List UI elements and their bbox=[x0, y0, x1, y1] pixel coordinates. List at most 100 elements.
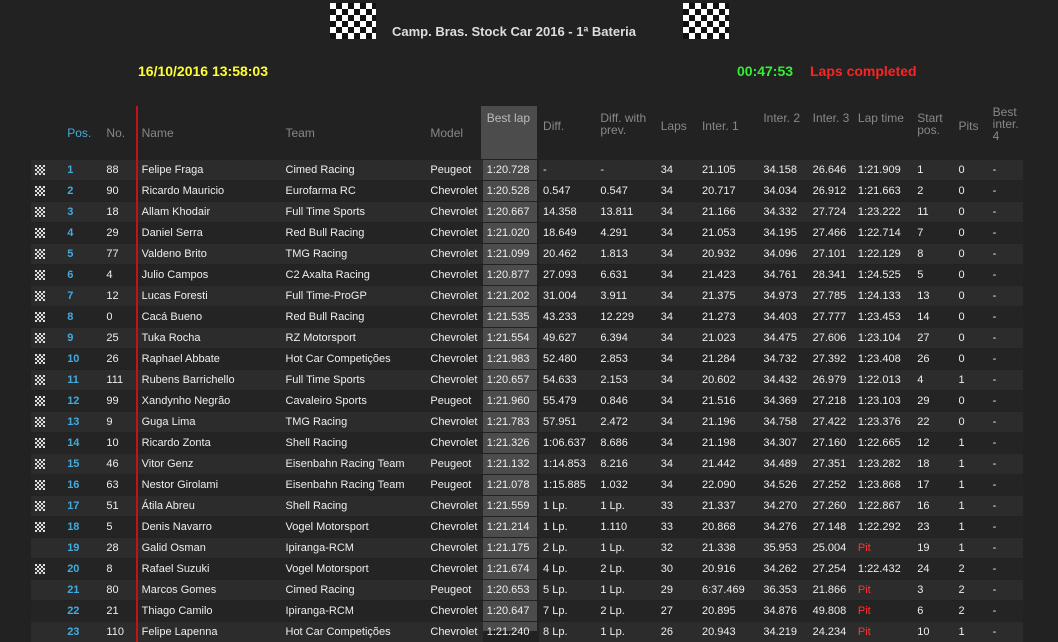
cell-laps: 34 bbox=[657, 328, 698, 349]
column-header-start-pos[interactable]: Start pos. bbox=[913, 106, 954, 160]
table-row[interactable]: 429Daniel SerraRed Bull RacingChevrolet1… bbox=[31, 223, 1023, 244]
table-row[interactable]: 1410Ricardo ZontaShell RacingChevrolet1:… bbox=[31, 433, 1023, 454]
table-row[interactable]: 1026Raphael AbbateHot Car CompetiçõesChe… bbox=[31, 349, 1023, 370]
column-header-model[interactable]: Model bbox=[426, 106, 482, 160]
column-header-best-inter4[interactable]: Best inter. 4 bbox=[989, 106, 1023, 160]
cell-lap-time: 1:22.665 bbox=[854, 433, 913, 454]
cell-lap-time: 1:22.129 bbox=[854, 244, 913, 265]
cell-pits: 0 bbox=[954, 265, 988, 286]
cell-laps: 34 bbox=[657, 244, 698, 265]
cell-inter2: 34.758 bbox=[759, 412, 808, 433]
cell-model: Chevrolet bbox=[426, 370, 482, 391]
checkered-flag-icon bbox=[35, 354, 45, 364]
cell-no: 9 bbox=[102, 412, 136, 433]
flag-cell bbox=[31, 265, 63, 286]
cell-team: Full Time-ProGP bbox=[282, 286, 427, 307]
table-row[interactable]: 1751Átila AbreuShell RacingChevrolet1:21… bbox=[31, 496, 1023, 517]
table-row[interactable]: 1299Xandynho NegrãoCavaleiro SportsPeuge… bbox=[31, 391, 1023, 412]
table-row[interactable]: 1928Galid OsmanIpiranga-RCMChevrolet1:21… bbox=[31, 538, 1023, 559]
column-header-pits[interactable]: Pits bbox=[954, 106, 988, 160]
column-header-inter3[interactable]: Inter. 3 bbox=[809, 106, 854, 160]
table-row[interactable]: 290Ricardo MauricioEurofarma RCChevrolet… bbox=[31, 181, 1023, 202]
flag-cell bbox=[31, 496, 63, 517]
cell-diff-prev: 1 Lp. bbox=[596, 580, 656, 601]
cell-best-lap: 1:21.983 bbox=[483, 349, 539, 370]
table-row[interactable]: 712Lucas ForestiFull Time-ProGPChevrolet… bbox=[31, 286, 1023, 307]
column-header-team[interactable]: Team bbox=[282, 106, 427, 160]
cell-pits: 2 bbox=[954, 601, 988, 622]
flag-cell bbox=[31, 286, 63, 307]
cell-no: 99 bbox=[102, 391, 136, 412]
cell-diff: 18.649 bbox=[539, 223, 596, 244]
cell-diff: 5 Lp. bbox=[539, 580, 596, 601]
table-row[interactable]: 64Julio CamposC2 Axalta RacingChevrolet1… bbox=[31, 265, 1023, 286]
cell-no: 51 bbox=[102, 496, 136, 517]
cell-laps: 34 bbox=[657, 433, 698, 454]
table-row[interactable]: 80Cacá BuenoRed Bull RacingChevrolet1:21… bbox=[31, 307, 1023, 328]
table-row[interactable]: 139Guga LimaTMG RacingChevrolet1:21.7835… bbox=[31, 412, 1023, 433]
cell-best-lap: 1:20.653 bbox=[483, 580, 539, 601]
column-header-laps[interactable]: Laps bbox=[657, 106, 698, 160]
cell-laps: 34 bbox=[657, 412, 698, 433]
table-row[interactable]: 23110Felipe LapennaHot Car CompetiçõesCh… bbox=[31, 622, 1023, 642]
cell-diff: 2 Lp. bbox=[539, 538, 596, 559]
column-header-inter1[interactable]: Inter. 1 bbox=[698, 106, 759, 160]
cell-inter1: 20.916 bbox=[698, 559, 759, 580]
cell-team: Vogel Motorsport bbox=[282, 517, 427, 538]
flag-cell bbox=[31, 538, 63, 559]
checkered-flag-icon bbox=[35, 396, 45, 406]
table-row[interactable]: 577Valdeno BritoTMG RacingChevrolet1:21.… bbox=[31, 244, 1023, 265]
column-header-lap-time[interactable]: Lap time bbox=[854, 106, 913, 160]
table-row[interactable]: 2180Marcos GomesCimed RacingPeugeot1:20.… bbox=[31, 580, 1023, 601]
cell-inter3: 27.218 bbox=[809, 391, 854, 412]
table-row[interactable]: 925Tuka RochaRZ MotorsportChevrolet1:21.… bbox=[31, 328, 1023, 349]
table-row[interactable]: 208Rafael SuzukiVogel MotorsportChevrole… bbox=[31, 559, 1023, 580]
cell-team: Hot Car Competições bbox=[282, 349, 427, 370]
cell-name: Átila Abreu bbox=[137, 496, 282, 517]
cell-best-inter4: - bbox=[989, 265, 1023, 286]
cell-inter1: 21.196 bbox=[698, 412, 759, 433]
column-header-name[interactable]: Name bbox=[137, 106, 282, 160]
table-row[interactable]: 2221Thiago CamiloIpiranga-RCMChevrolet1:… bbox=[31, 601, 1023, 622]
cell-inter1: 21.442 bbox=[698, 454, 759, 475]
cell-model: Peugeot bbox=[426, 391, 482, 412]
column-header-no[interactable]: No. bbox=[102, 106, 136, 160]
column-header-diff-prev[interactable]: Diff. with prev. bbox=[596, 106, 656, 160]
column-header-pos[interactable]: Pos. bbox=[63, 106, 102, 160]
cell-model: Peugeot bbox=[426, 475, 482, 496]
cell-team: Full Time Sports bbox=[282, 202, 427, 223]
cell-pits: 0 bbox=[954, 307, 988, 328]
cell-diff-prev: 2 Lp. bbox=[596, 559, 656, 580]
cell-best-lap: 1:21.960 bbox=[483, 391, 539, 412]
cell-diff: 55.479 bbox=[539, 391, 596, 412]
flag-cell bbox=[31, 307, 63, 328]
cell-diff: 31.004 bbox=[539, 286, 596, 307]
table-row[interactable]: 1546Vitor GenzEisenbahn Racing TeamPeuge… bbox=[31, 454, 1023, 475]
cell-inter1: 21.105 bbox=[698, 160, 759, 181]
table-row[interactable]: 185Denis NavarroVogel MotorsportChevrole… bbox=[31, 517, 1023, 538]
table-row[interactable]: 1663Nestor GirolamiEisenbahn Racing Team… bbox=[31, 475, 1023, 496]
table-row[interactable]: 188Felipe FragaCimed RacingPeugeot1:20.7… bbox=[31, 160, 1023, 181]
cell-model: Peugeot bbox=[426, 160, 482, 181]
cell-best-inter4: - bbox=[989, 202, 1023, 223]
table-row[interactable]: 318Allam KhodairFull Time SportsChevrole… bbox=[31, 202, 1023, 223]
cell-team: Cavaleiro Sports bbox=[282, 391, 427, 412]
column-header-diff[interactable]: Diff. bbox=[539, 106, 596, 160]
column-header-best-lap[interactable]: Best lap bbox=[483, 106, 539, 160]
cell-start-pos: 17 bbox=[913, 475, 954, 496]
cell-name: Marcos Gomes bbox=[137, 580, 282, 601]
cell-team: Shell Racing bbox=[282, 496, 427, 517]
cell-pos: 17 bbox=[63, 496, 102, 517]
cell-best-inter4: - bbox=[989, 538, 1023, 559]
cell-start-pos: 6 bbox=[913, 601, 954, 622]
column-header-inter2[interactable]: Inter. 2 bbox=[759, 106, 808, 160]
cell-best-lap: 1:20.528 bbox=[483, 181, 539, 202]
cell-inter3: 27.466 bbox=[809, 223, 854, 244]
cell-model: Chevrolet bbox=[426, 412, 482, 433]
cell-diff: 57.951 bbox=[539, 412, 596, 433]
cell-name: Tuka Rocha bbox=[137, 328, 282, 349]
cell-start-pos: 8 bbox=[913, 244, 954, 265]
table-row[interactable]: 11111Rubens BarrichelloFull Time SportsC… bbox=[31, 370, 1023, 391]
cell-diff: 49.627 bbox=[539, 328, 596, 349]
cell-pits: 1 bbox=[954, 517, 988, 538]
